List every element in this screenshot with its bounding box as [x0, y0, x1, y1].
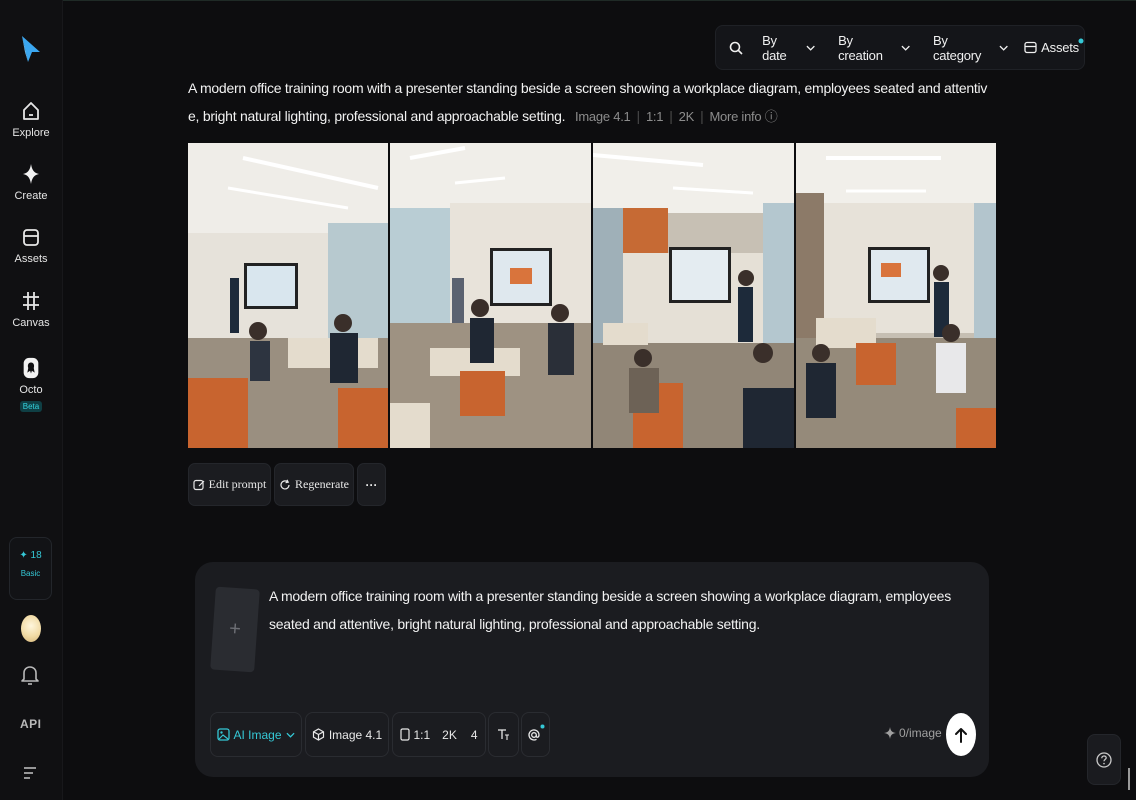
octo-icon	[23, 357, 39, 379]
cube-icon	[312, 728, 324, 741]
credit-cost: 0/image	[884, 726, 942, 740]
aspect-ratio-icon	[400, 728, 411, 741]
search-icon	[729, 41, 743, 55]
top-border	[0, 0, 1136, 1]
filter-by-creation[interactable]: By creation	[838, 26, 910, 69]
notification-dot	[1078, 38, 1084, 43]
mode-label: AI Image	[233, 727, 282, 742]
prompt-input[interactable]: A modern office training room with a pre…	[269, 582, 979, 638]
button-label: Edit prompt	[208, 477, 267, 491]
count-label: 4	[470, 727, 478, 742]
model-select[interactable]: Image 4.1	[305, 712, 389, 757]
filter-label: By date	[762, 32, 787, 63]
avatar[interactable]	[21, 615, 41, 642]
plus-icon: +	[228, 617, 242, 641]
filter-label: By creation	[838, 32, 883, 63]
add-reference-image-button[interactable]: +	[210, 586, 260, 673]
chevron-down-icon	[285, 732, 295, 738]
credits-badge[interactable]: ✦ 18 Basic	[9, 537, 52, 600]
mention-button[interactable]	[521, 712, 550, 757]
plan-label: Basic	[20, 569, 41, 578]
sidebar-item-label: Explore	[12, 127, 50, 139]
resolution-label: 2K	[442, 727, 457, 742]
search-button[interactable]	[722, 26, 750, 69]
sidebar-item-label: Octo	[19, 384, 43, 396]
generated-image-1[interactable]	[188, 143, 390, 448]
sparkle-icon	[23, 164, 39, 184]
chevron-down-icon	[901, 45, 910, 51]
model-label: Image 4.1	[328, 727, 383, 742]
office-training-room-image	[796, 143, 996, 448]
office-training-room-image	[188, 143, 388, 448]
folder-icon	[23, 229, 39, 246]
sidebar-item-octo[interactable]: Octo Beta	[0, 357, 62, 414]
sidebar-item-label: Canvas	[12, 317, 50, 329]
sparkle-icon	[884, 727, 896, 739]
api-link[interactable]: API	[20, 717, 42, 731]
image-icon	[217, 728, 231, 741]
folder-icon	[1024, 41, 1037, 54]
generated-image-4[interactable]	[796, 143, 996, 448]
sidebar-item-assets[interactable]: Assets	[0, 226, 62, 265]
arrow-up-icon	[955, 727, 967, 743]
help-button[interactable]	[1087, 734, 1121, 785]
refresh-icon	[280, 479, 290, 489]
text-format-icon	[498, 729, 509, 740]
question-icon	[1096, 751, 1112, 768]
cost-label: 0/image	[899, 726, 942, 740]
edit-icon	[193, 479, 205, 490]
sidebar-item-create[interactable]: Create	[0, 163, 62, 202]
output-settings-select[interactable]: 1:1 2K 4	[392, 712, 486, 757]
button-label: Regenerate	[295, 477, 349, 491]
sidebar-item-label: Assets	[14, 253, 48, 265]
notification-dot	[540, 724, 544, 729]
ratio-meta: 1:1	[645, 109, 664, 124]
beta-badge: Beta	[19, 401, 43, 412]
model-meta: Image 4.1	[574, 109, 631, 124]
sidebar: Explore Create Assets Canvas Octo Beta ✦…	[0, 0, 63, 800]
filter-bar: By date By creation By category Assets	[715, 25, 1085, 70]
filter-by-category[interactable]: By category	[933, 26, 1008, 69]
send-button[interactable]	[946, 713, 976, 756]
assets-filter[interactable]: Assets	[1024, 26, 1084, 69]
more-options-button[interactable]: ···	[357, 463, 386, 506]
home-icon	[23, 102, 39, 120]
resolution-meta: 2K	[678, 109, 695, 124]
sidebar-item-canvas[interactable]: Canvas	[0, 290, 62, 329]
edit-prompt-button[interactable]: Edit prompt	[188, 463, 271, 506]
bell-icon[interactable]	[20, 664, 40, 686]
credits-count: ✦ 18	[19, 550, 42, 561]
text-style-button[interactable]	[488, 712, 519, 757]
scrollbar-thumb[interactable]	[1128, 768, 1130, 790]
ratio-label: 1:1	[413, 727, 431, 742]
filter-by-date[interactable]: By date	[762, 26, 815, 69]
more-info-link[interactable]: More info ⓘ	[709, 109, 777, 124]
menu-icon[interactable]	[23, 766, 37, 780]
sidebar-item-explore[interactable]: Explore	[0, 100, 62, 139]
filter-label: Assets	[1041, 40, 1079, 55]
mode-select[interactable]: AI Image	[210, 712, 302, 757]
regenerate-button[interactable]: Regenerate	[274, 463, 354, 506]
office-training-room-image	[593, 143, 794, 448]
app-logo-icon[interactable]	[19, 32, 43, 66]
generation-prompt: A modern office training room with a pre…	[188, 80, 988, 124]
chevron-down-icon	[806, 45, 815, 51]
office-training-room-image	[390, 143, 591, 448]
more-icon: ···	[365, 477, 378, 492]
filter-label: By category	[932, 32, 982, 63]
canvas-frame-icon	[23, 292, 39, 310]
sidebar-item-label: Create	[14, 190, 48, 202]
generated-image-3[interactable]	[593, 143, 796, 448]
generated-image-2[interactable]	[390, 143, 593, 448]
chevron-down-icon	[999, 45, 1008, 51]
at-icon	[527, 728, 540, 741]
